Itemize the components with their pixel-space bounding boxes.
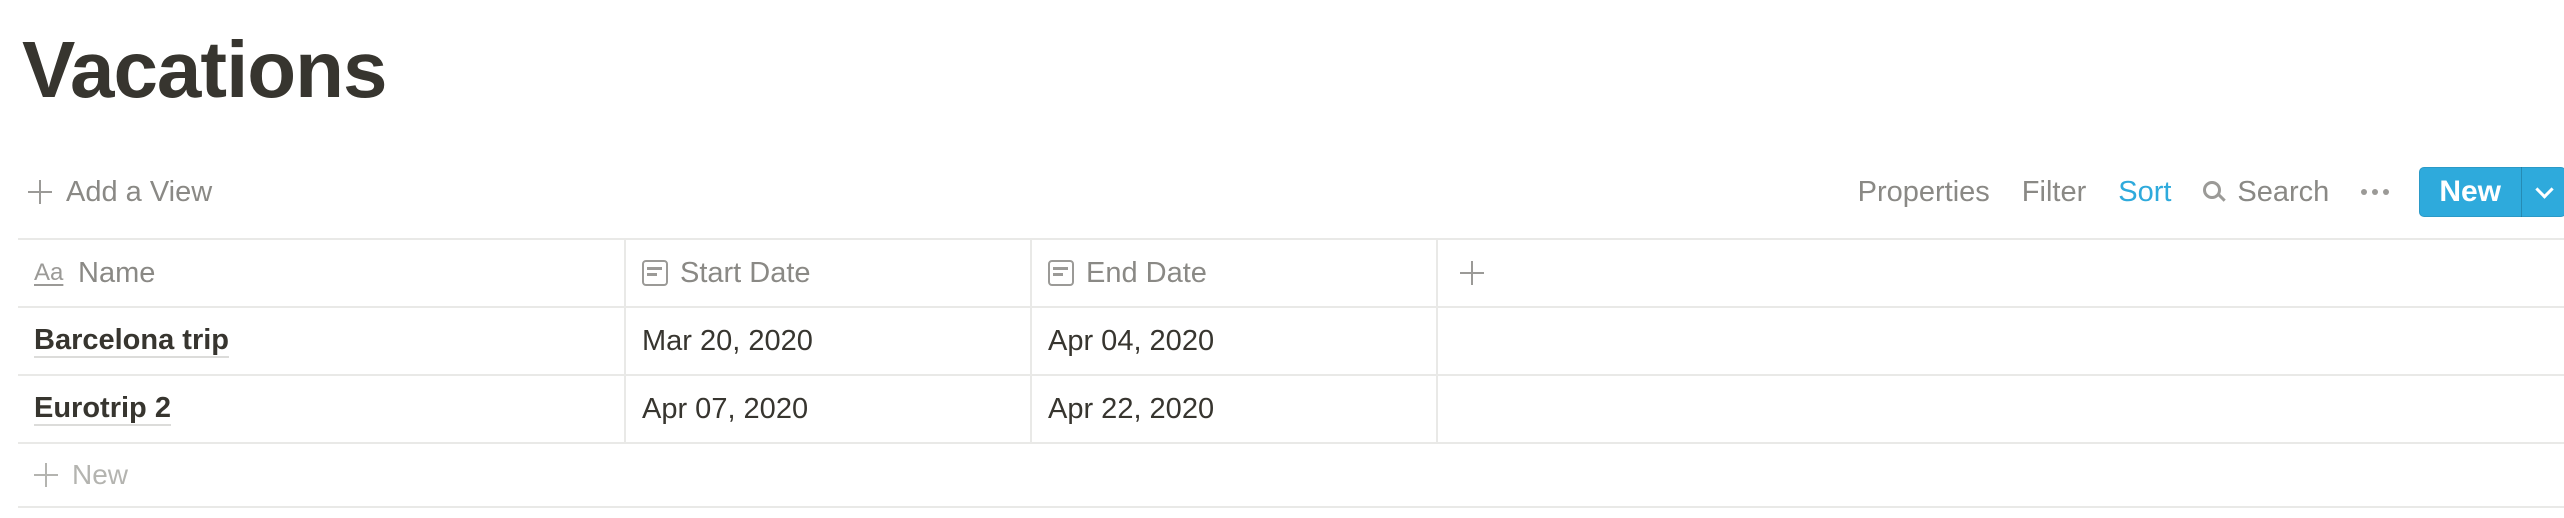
- add-view-button[interactable]: Add a View: [28, 170, 212, 214]
- name-cell[interactable]: Barcelona trip: [18, 308, 626, 374]
- search-button[interactable]: Search: [2203, 176, 2329, 209]
- add-column-button[interactable]: [1438, 240, 2564, 306]
- search-icon: [2203, 181, 2225, 203]
- end-date-cell[interactable]: Apr 04, 2020: [1032, 308, 1438, 374]
- column-header-label: Name: [78, 256, 156, 289]
- start-date-value: Mar 20, 2020: [642, 324, 813, 357]
- row-title[interactable]: Eurotrip 2: [34, 392, 171, 426]
- search-label: Search: [2237, 175, 2330, 208]
- new-dropdown-button[interactable]: [2521, 167, 2564, 217]
- empty-cell: [1438, 308, 2564, 374]
- start-date-cell[interactable]: Apr 07, 2020: [626, 376, 1032, 442]
- table-header-row: Aa Name Start Date End Date: [18, 238, 2564, 308]
- table-row[interactable]: Eurotrip 2 Apr 07, 2020 Apr 22, 2020: [18, 376, 2564, 444]
- more-options-icon[interactable]: [2361, 189, 2390, 195]
- new-row-button[interactable]: New: [18, 444, 2564, 508]
- properties-button[interactable]: Properties: [1858, 176, 1990, 209]
- sort-button[interactable]: Sort: [2118, 176, 2171, 209]
- database-toolbar: Add a View Properties Filter Sort Search…: [18, 162, 2564, 222]
- table-row[interactable]: Barcelona trip Mar 20, 2020 Apr 04, 2020: [18, 308, 2564, 376]
- row-title[interactable]: Barcelona trip: [34, 324, 229, 358]
- plus-icon: [1460, 261, 1484, 285]
- column-header-label: End Date: [1086, 256, 1207, 289]
- new-row-label: New: [72, 459, 129, 490]
- page-title[interactable]: Vacations: [22, 20, 388, 120]
- new-button[interactable]: New: [2419, 167, 2521, 217]
- calendar-icon: [1048, 260, 1074, 286]
- end-date-value: Apr 04, 2020: [1048, 324, 1215, 357]
- add-view-label: Add a View: [66, 175, 213, 208]
- calendar-icon: [642, 260, 668, 286]
- empty-cell: [1438, 376, 2564, 442]
- text-property-icon: Aa: [34, 259, 64, 286]
- filter-button[interactable]: Filter: [2022, 176, 2086, 209]
- plus-icon: [28, 180, 52, 204]
- database-table: Aa Name Start Date End Date Barcelona tr…: [18, 238, 2564, 508]
- new-button-group: New: [2419, 167, 2564, 217]
- start-date-value: Apr 07, 2020: [642, 392, 809, 425]
- plus-icon: [34, 463, 58, 487]
- name-cell[interactable]: Eurotrip 2: [18, 376, 626, 442]
- column-header-end-date[interactable]: End Date: [1032, 240, 1438, 306]
- chevron-down-icon: [2534, 179, 2554, 199]
- toolbar-actions: Properties Filter Sort Search New: [1858, 166, 2564, 218]
- start-date-cell[interactable]: Mar 20, 2020: [626, 308, 1032, 374]
- column-header-label: Start Date: [680, 256, 811, 289]
- end-date-value: Apr 22, 2020: [1048, 392, 1215, 425]
- end-date-cell[interactable]: Apr 22, 2020: [1032, 376, 1438, 442]
- column-header-name[interactable]: Aa Name: [18, 240, 626, 306]
- column-header-start-date[interactable]: Start Date: [626, 240, 1032, 306]
